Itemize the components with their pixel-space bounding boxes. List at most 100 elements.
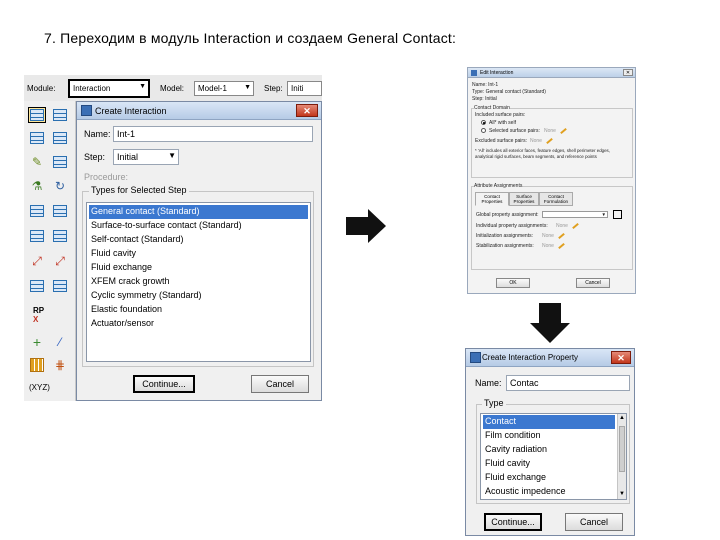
name-label: Name: [84,129,111,139]
global-prop-select[interactable]: ▼ [542,211,608,218]
wire-tool[interactable]: ⤢ [28,253,46,269]
cancel-button[interactable]: Cancel [576,278,610,288]
name-label: Name: [475,378,502,388]
chevron-down-icon: ▼ [139,83,146,90]
coords-label: (XYZ) [29,383,50,392]
selected-pairs-radio[interactable] [481,128,486,133]
manager-icon [53,156,67,168]
section-icon [30,280,44,292]
arrow-right-icon [346,209,386,243]
abaqus-main-screenshot: Module: Interaction ▼ Model: Model-1 ▼ S… [24,75,322,401]
cancel-button[interactable]: Cancel [565,513,623,531]
all-self-label: All* with self [489,120,516,126]
constraint-icon [30,205,44,217]
list-item[interactable]: Fluid exchange [483,471,615,485]
types-list[interactable]: General contact (Standard) Surface-to-su… [86,202,311,362]
continue-button[interactable]: Continue... [133,375,195,393]
plus-icon: + [32,334,42,350]
type-list[interactable]: Contact Film condition Cavity radiation … [480,413,627,500]
name-field[interactable]: Int-1 [113,126,313,142]
scroll-down-icon[interactable]: ▼ [618,490,626,499]
interaction-manager-tool[interactable] [51,107,69,123]
connector-tool[interactable] [28,228,46,244]
property-manager-tool[interactable] [51,130,69,146]
ok-button[interactable]: OK [496,278,530,288]
list-item[interactable]: Acoustic impedence [483,485,615,499]
manager-icon [53,280,67,292]
contact-init-tool[interactable]: ⚗ [28,178,46,194]
section-manager-tool[interactable] [51,278,69,294]
list-item[interactable]: XFEM crack growth [89,275,308,289]
dialog-title: Create Interaction [95,106,167,116]
module-combo[interactable]: Interaction ▼ [68,79,150,98]
dialog-title: Edit Interaction [480,70,514,76]
tab-contact-properties[interactable]: Contact Properties [475,192,509,206]
selected-pairs-value: None [544,128,556,134]
context-toolbar: Module: Interaction ▼ Model: Model-1 ▼ S… [24,75,322,101]
step-combo[interactable]: Initi [287,81,322,96]
assign-section-tool[interactable] [28,278,46,294]
contact-controls-tool[interactable]: ✎ [28,154,46,170]
list-item[interactable]: Elastic foundation [89,303,308,317]
connector-manager-tool[interactable] [51,228,69,244]
list-item[interactable]: Cavity radiation [483,443,615,457]
global-prop-label: Global property assignment: [476,212,539,218]
procedure-label: Procedure: [84,172,129,182]
selected-pairs-label: Selected surface pairs: [489,128,540,134]
model-value: Model-1 [198,84,227,93]
list-item[interactable]: Fluid cavity [89,247,308,261]
list-item[interactable]: Fluid cavity [483,457,615,471]
name-line: Name: Int-1 [472,82,499,88]
create-interaction-tool[interactable] [28,107,46,123]
name-field[interactable]: Contac [506,375,630,391]
list-item[interactable]: Self-contact (Standard) [89,233,308,247]
stab-assign-label: Stabilization assignments: [476,243,534,249]
excluded-pairs-value: None [530,138,542,144]
dialog-titlebar: Edit Interaction ✕ [468,68,635,78]
interaction-icon [30,109,44,121]
stabilization-tool[interactable]: ↻ [51,178,69,194]
close-button[interactable]: ✕ [623,69,633,76]
list-item[interactable]: Fluid exchange [89,261,308,275]
toolbox: ✎ ⚗ ↻ ⤢ ⤢ RP X + ⁄ ⋕ (XYZ) [24,101,76,401]
list-item[interactable]: Surface-to-surface contact (Standard) [89,219,308,233]
list-item[interactable]: Cyclic symmetry (Standard) [89,289,308,303]
step-label: Step: [84,152,106,162]
scroll-thumb[interactable] [619,426,625,472]
tab-contact-formulation[interactable]: Contact Formulation [539,192,573,206]
model-combo[interactable]: Model-1 ▼ [194,81,254,96]
wire-manager-tool[interactable]: ⤢ [51,253,69,269]
datum-point-tool[interactable]: + [28,334,46,350]
cancel-button[interactable]: Cancel [251,375,309,393]
step-select[interactable]: Initial ▼ [113,149,179,165]
scroll-up-icon[interactable]: ▲ [618,414,626,423]
list-item[interactable]: Contact [483,415,615,429]
rp-x-label: X [33,315,39,324]
model-label: Model: [160,84,185,93]
surface-tool[interactable]: ⋕ [51,357,69,373]
list-item[interactable]: Film condition [483,429,615,443]
controls-manager-tool[interactable] [51,154,69,170]
list-scrollbar[interactable]: ▲ ▼ [617,414,626,499]
all-self-radio[interactable] [481,120,486,125]
abaqus-icon [470,352,481,363]
create-property-icon[interactable] [613,210,622,219]
constraint-manager-tool[interactable] [51,203,69,219]
abaqus-icon [81,105,92,116]
set-tool[interactable] [28,357,46,373]
continue-button[interactable]: Continue... [484,513,542,531]
close-button[interactable]: ✕ [611,351,631,364]
interaction-property-tool[interactable] [28,130,46,146]
type-line: Type: General contact (Standard) [472,89,546,95]
list-item[interactable]: General contact (Standard) [89,205,308,219]
type-legend: Type [482,398,506,408]
tab-surface-properties[interactable]: Surface Properties [509,192,539,206]
constraint-tool[interactable] [28,203,46,219]
chevron-down-icon: ▼ [168,151,176,160]
indiv-prop-label: Individual property assignments: [476,223,548,229]
list-item[interactable]: Actuator/sensor [89,317,308,331]
datum-axis-tool[interactable]: ⁄ [51,334,69,350]
excluded-pairs-label: Excluded surface pairs: [475,138,527,144]
abaqus-icon [471,70,477,76]
close-button[interactable]: ✕ [296,104,318,117]
